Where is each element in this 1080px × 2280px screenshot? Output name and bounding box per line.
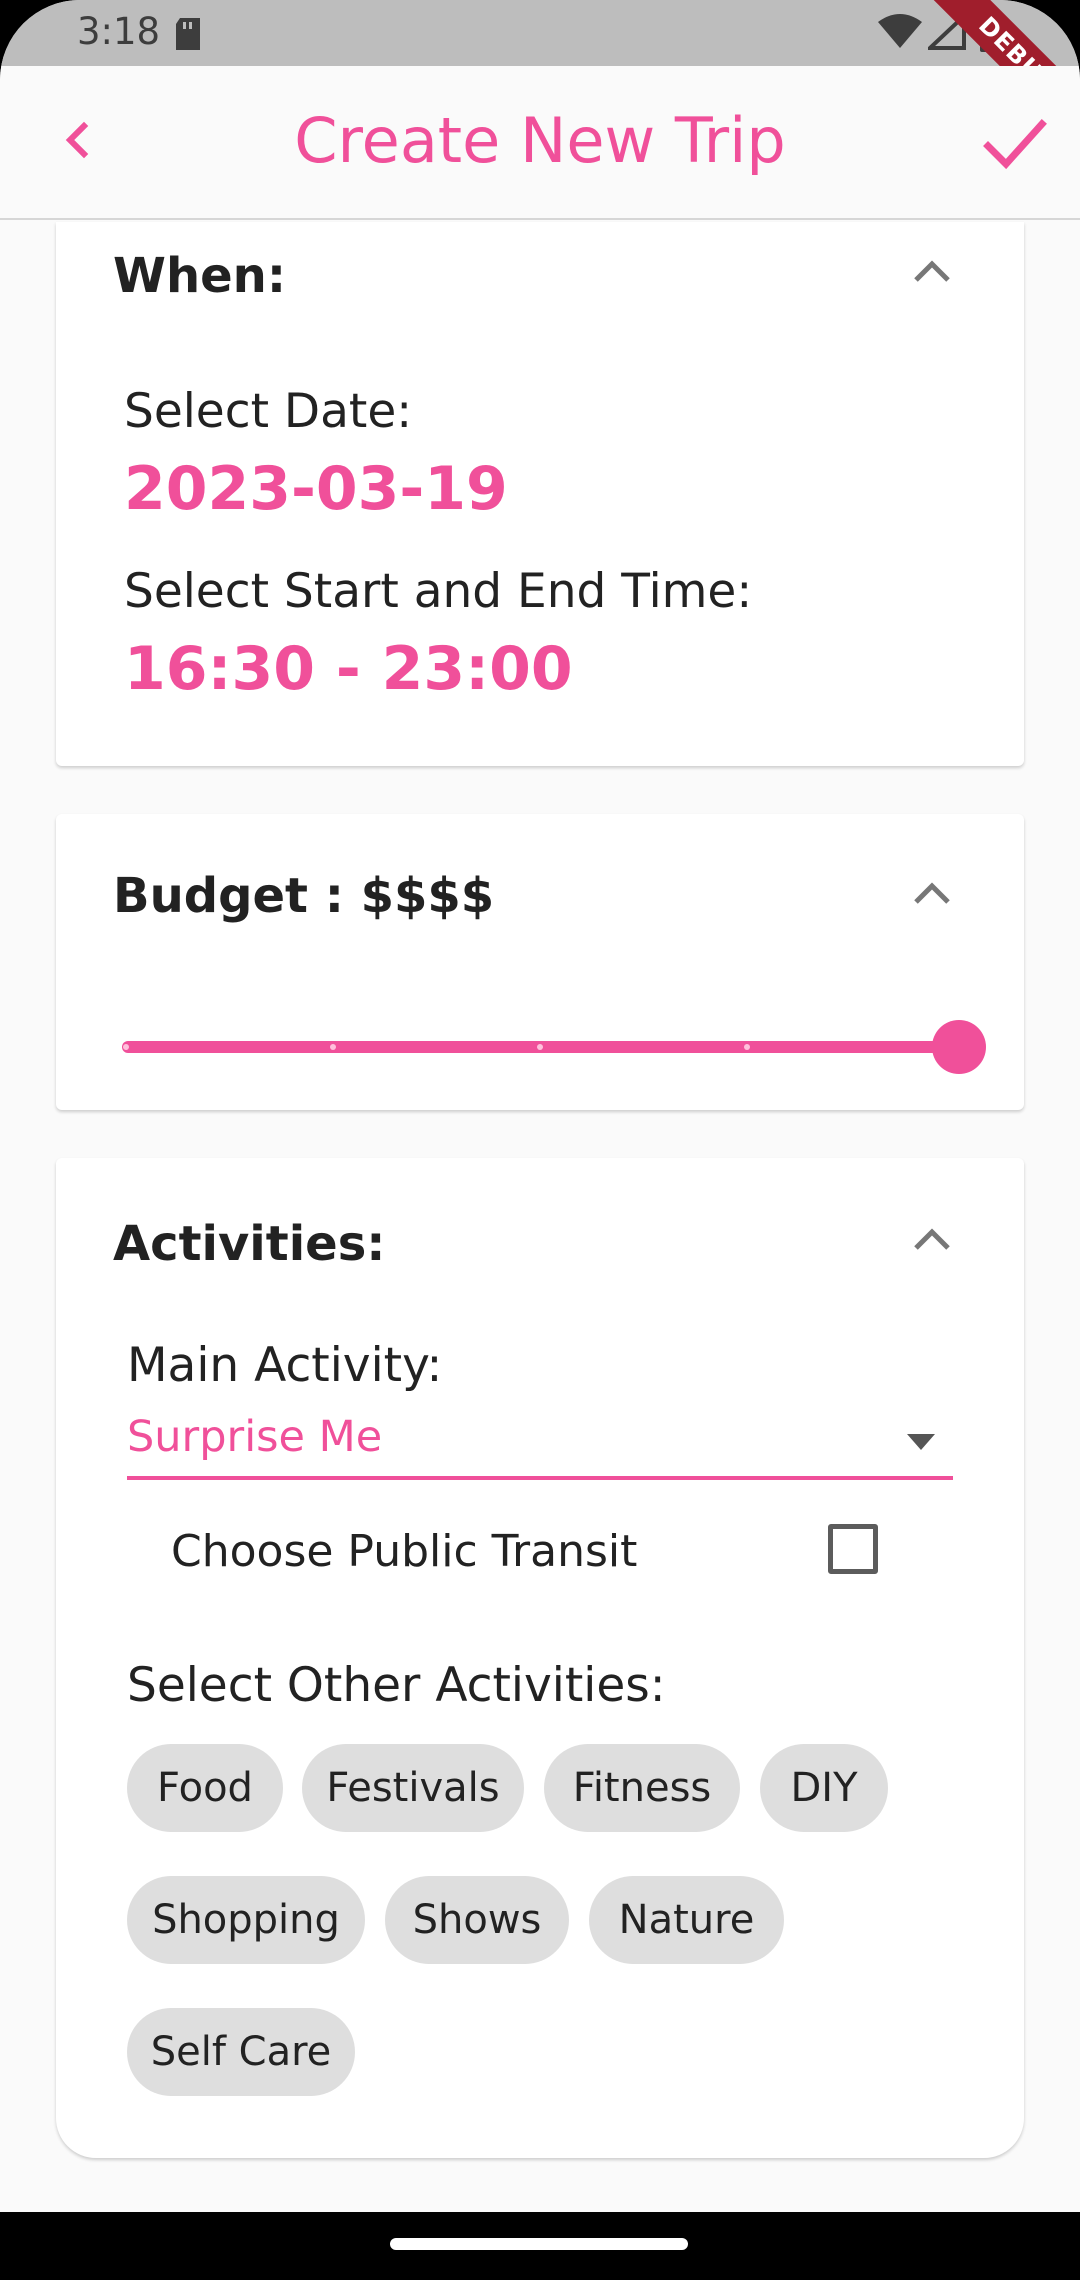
slider-tick [123, 1044, 129, 1050]
activity-chip[interactable]: Festivals [302, 1744, 524, 1832]
chevron-up-icon[interactable] [904, 252, 960, 292]
budget-slider-thumb[interactable] [932, 1020, 986, 1074]
activity-chip[interactable]: Shopping [127, 1876, 365, 1964]
home-indicator[interactable] [390, 2238, 688, 2250]
time-label: Select Start and End Time: [124, 564, 753, 619]
when-card-title: When: [113, 248, 287, 304]
page-title: Create New Trip [294, 104, 786, 177]
status-bar: 3:18 [0, 0, 1080, 66]
dropdown-arrow-icon [907, 1434, 935, 1450]
main-activity-dropdown[interactable]: Surprise Me [127, 1408, 953, 1480]
main-activity-label: Main Activity: [127, 1338, 443, 1393]
slider-tick [744, 1044, 750, 1050]
activity-chip[interactable]: Self Care [127, 2008, 355, 2096]
budget-card: Budget : $$$$ [56, 814, 1024, 1110]
status-time: 3:18 [77, 10, 161, 53]
slider-tick [537, 1044, 543, 1050]
chevron-up-icon[interactable] [904, 1220, 960, 1260]
wifi-icon [878, 14, 922, 48]
navigation-bar [0, 2212, 1080, 2280]
activities-card: Activities: Main Activity: Surprise Me C… [56, 1158, 1024, 2158]
activity-chip[interactable]: Food [127, 1744, 283, 1832]
slider-tick [330, 1044, 336, 1050]
chevron-up-icon[interactable] [904, 874, 960, 914]
public-transit-checkbox[interactable] [828, 1524, 878, 1574]
activities-card-title: Activities: [113, 1216, 386, 1272]
phone-screen: 3:18 DEBUG Create New Trip When: Select … [0, 0, 1080, 2280]
when-card: When: Select Date: 2023-03-19 Select Sta… [56, 222, 1024, 766]
activity-chip[interactable]: Nature [589, 1876, 784, 1964]
sd-card-icon [176, 18, 200, 50]
public-transit-label: Choose Public Transit [171, 1526, 638, 1577]
other-activities-label: Select Other Activities: [127, 1658, 666, 1713]
activity-chip[interactable]: Shows [385, 1876, 569, 1964]
check-icon[interactable] [980, 110, 1050, 180]
date-label: Select Date: [124, 384, 413, 439]
activity-chip[interactable]: Fitness [544, 1744, 740, 1832]
date-value[interactable]: 2023-03-19 [124, 454, 508, 524]
app-bar: Create New Trip [0, 66, 1080, 220]
time-range-value[interactable]: 16:30 - 23:00 [124, 634, 573, 704]
dropdown-selected-value: Surprise Me [127, 1412, 383, 1462]
budget-card-title: Budget : $$$$ [113, 868, 495, 924]
activity-chip[interactable]: DIY [760, 1744, 888, 1832]
